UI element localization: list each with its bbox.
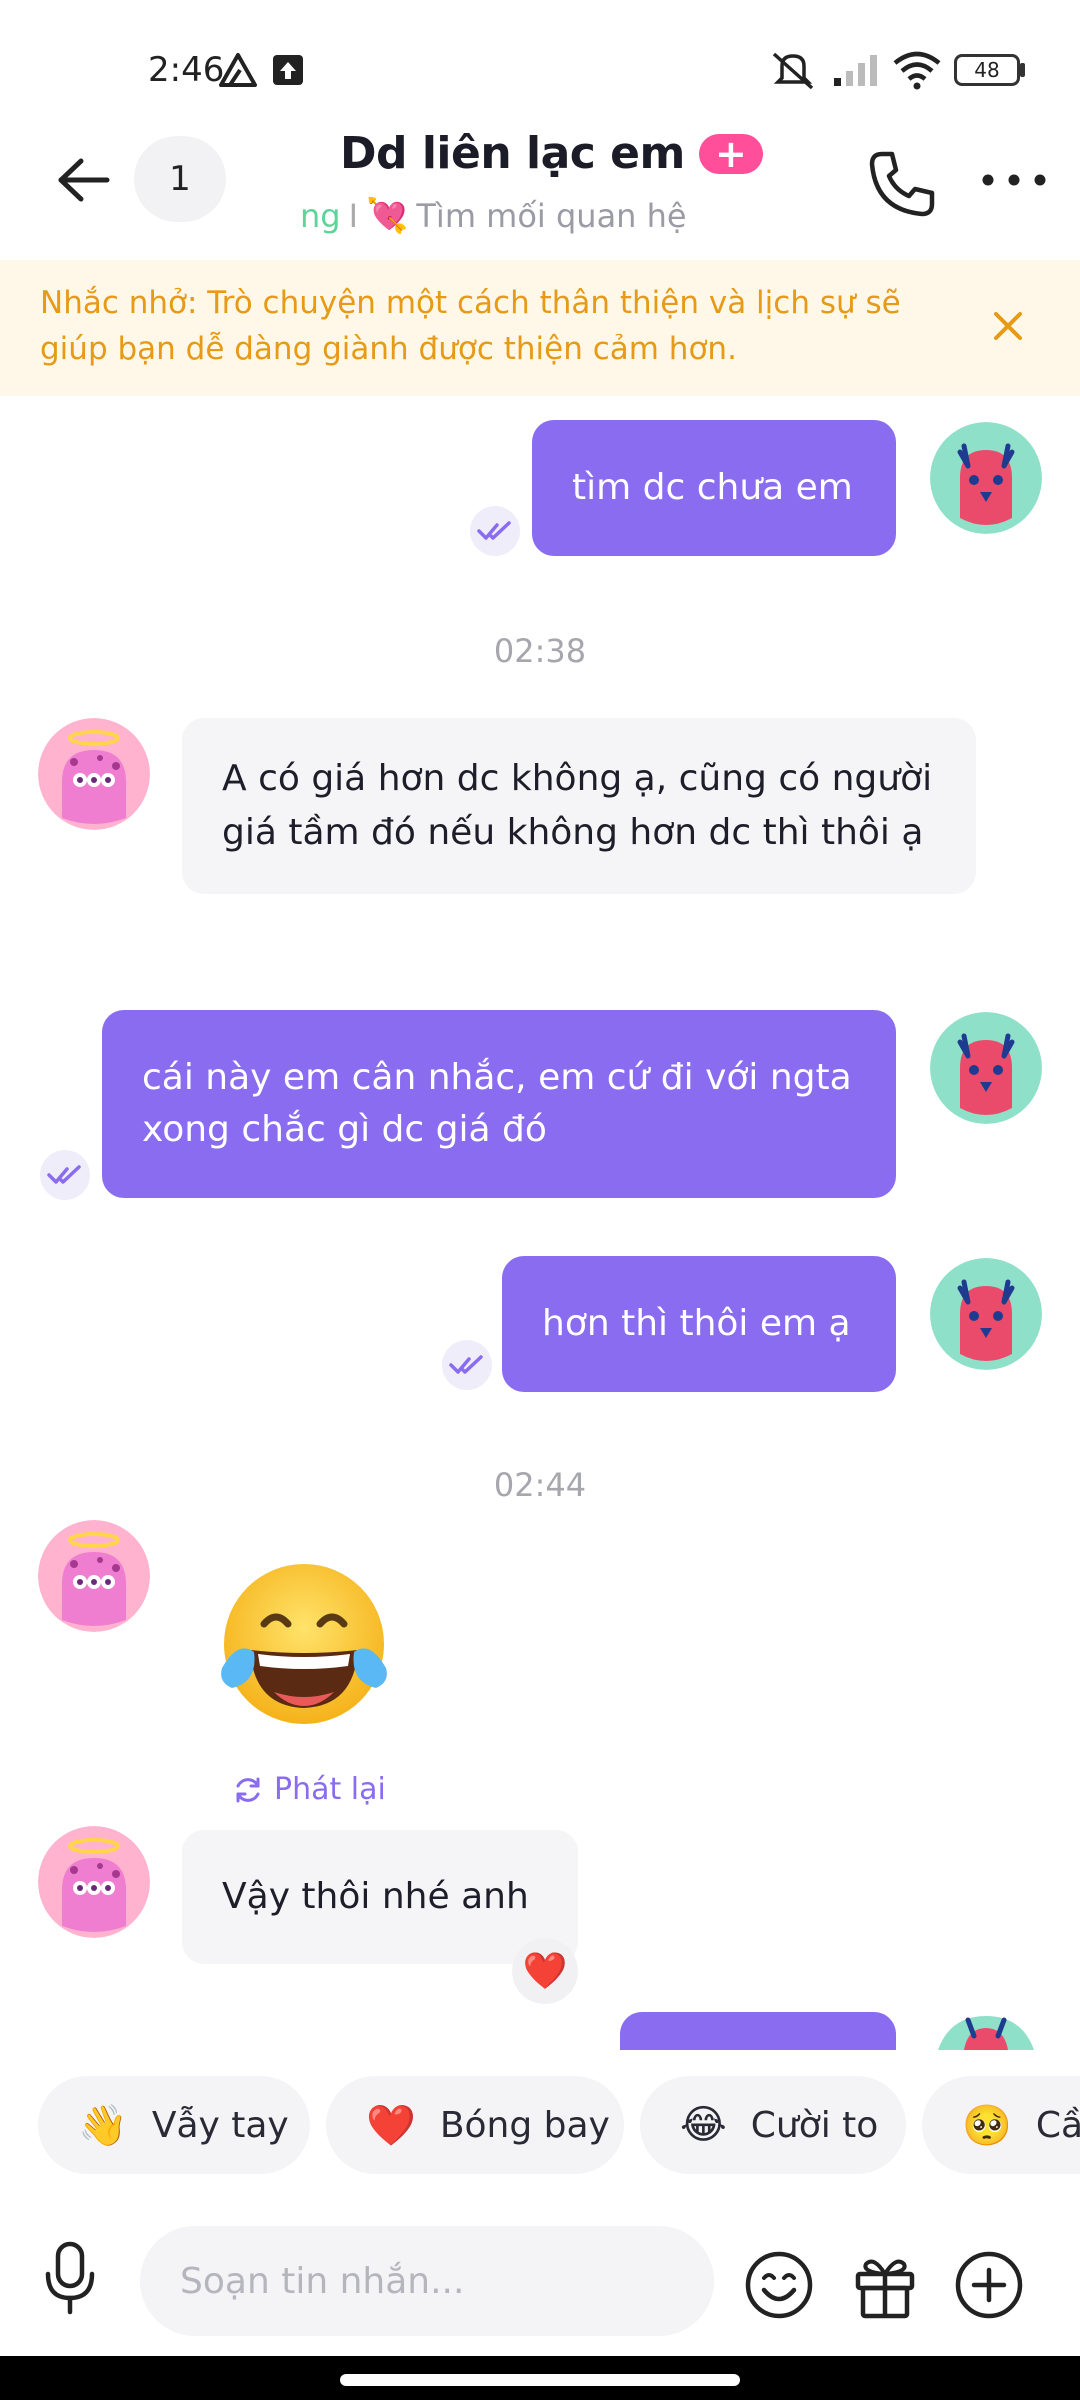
contact-avatar[interactable] xyxy=(38,1826,150,1938)
message-input[interactable]: Soạn tin nhắn... xyxy=(140,2226,714,2336)
reminder-banner: Nhắc nhở: Trò chuyện một cách thân thiện… xyxy=(0,260,1080,396)
subtitle-prefix: ng xyxy=(300,197,341,235)
tears-of-joy-icon xyxy=(221,1564,387,1724)
my-avatar[interactable] xyxy=(930,1012,1042,1124)
contact-subtitle: ng I 💘 Tìm mối quan hệ xyxy=(300,196,687,236)
outgoing-message[interactable]: tìm dc chưa em xyxy=(532,420,896,556)
timestamp: 02:38 xyxy=(493,632,587,670)
chat-title-group[interactable]: Dd liên lạc em + xyxy=(340,128,763,179)
chip-label: Bóng bay xyxy=(439,2104,610,2146)
my-avatar[interactable] xyxy=(930,422,1042,534)
more-options-icon[interactable] xyxy=(978,160,1050,200)
quick-reply-laugh[interactable]: 😂 Cười to xyxy=(640,2076,906,2174)
laughing-face-icon: 😂 xyxy=(680,2102,727,2148)
replay-button[interactable]: Phát lại xyxy=(232,1772,386,1807)
message-input-placeholder: Soạn tin nhắn... xyxy=(180,2260,465,2302)
tears-of-joy-emoji[interactable] xyxy=(214,1556,394,1736)
reminder-text: Nhắc nhở: Trò chuyện một cách thân thiện… xyxy=(40,285,901,367)
incoming-message[interactable]: A có giá hơn dc không ạ, cũng có người g… xyxy=(182,718,976,894)
outgoing-message[interactable]: cái này em cân nhắc, em cứ đi với ngta x… xyxy=(102,1010,896,1198)
my-avatar[interactable] xyxy=(930,2014,1042,2050)
my-avatar[interactable] xyxy=(930,1258,1042,1370)
phone-call-button[interactable] xyxy=(862,144,942,224)
outgoing-message-partial[interactable] xyxy=(620,2012,896,2050)
back-arrow-icon xyxy=(58,158,110,202)
chat-screen: 2:46 48 1 Dd liên lạc em + ng I 💘 Tìm mố… xyxy=(0,0,1080,2400)
wifi-icon xyxy=(893,51,941,90)
quick-reply-bar: 👋 Vẫy tay ❤️ Bóng bay 😂 Cười to 🥺 Cầu xyxy=(0,2076,1080,2176)
contact-avatar[interactable] xyxy=(38,1520,150,1632)
upload-icon xyxy=(273,55,303,85)
quick-reply-plead[interactable]: 🥺 Cầu xyxy=(922,2076,1080,2174)
chip-label: Cầu xyxy=(1035,2104,1080,2146)
unread-count-badge[interactable]: 1 xyxy=(134,136,226,222)
alert-triangle-icon xyxy=(219,53,257,87)
battery-tip xyxy=(1020,63,1025,77)
chip-label: Vẫy tay xyxy=(151,2104,289,2146)
read-receipt-icon xyxy=(442,1340,492,1390)
quick-reply-balloon[interactable]: ❤️ Bóng bay xyxy=(326,2076,624,2174)
incoming-message[interactable]: Vậy thôi nhé anh xyxy=(182,1830,578,1964)
message-text: tìm dc chưa em xyxy=(572,467,853,508)
battery-icon: 48 xyxy=(954,54,1020,86)
heart-icon: ❤️ xyxy=(366,2102,416,2149)
subtitle-text: Tìm mối quan hệ xyxy=(416,197,687,235)
heart-icon: ❤️ xyxy=(522,1951,568,1992)
contact-avatar[interactable] xyxy=(38,718,150,830)
heart-arrow-icon: 💘 xyxy=(366,196,409,236)
outgoing-message[interactable]: hơn thì thôi em ạ xyxy=(502,1256,896,1392)
heart-reaction[interactable]: ❤️ xyxy=(512,1938,578,2004)
battery-level: 48 xyxy=(974,58,1000,82)
add-friend-badge[interactable]: + xyxy=(698,133,763,174)
mute-icon xyxy=(772,52,814,90)
gift-button[interactable] xyxy=(850,2250,920,2320)
status-time: 2:46 xyxy=(148,50,225,90)
contact-name: Dd liên lạc em xyxy=(340,128,685,179)
chat-bottom-fade xyxy=(0,2050,1080,2076)
message-text: A có giá hơn dc không ạ, cũng có người g… xyxy=(222,758,933,853)
home-indicator[interactable] xyxy=(340,2374,740,2386)
pleading-face-icon: 🥺 xyxy=(962,2102,1012,2149)
close-reminder-icon[interactable] xyxy=(990,308,1026,344)
read-receipt-icon xyxy=(470,506,520,556)
back-button[interactable] xyxy=(48,140,118,220)
chip-label: Cười to xyxy=(750,2104,879,2146)
signal-icon xyxy=(834,55,877,86)
read-receipt-icon xyxy=(40,1150,90,1200)
emoji-picker-button[interactable] xyxy=(744,2250,814,2320)
replay-icon xyxy=(236,1777,260,1802)
add-attachment-button[interactable] xyxy=(954,2250,1024,2320)
replay-label: Phát lại xyxy=(274,1772,386,1807)
message-text: cái này em cân nhắc, em cứ đi với ngta x… xyxy=(142,1057,852,1150)
quick-reply-wave[interactable]: 👋 Vẫy tay xyxy=(38,2076,310,2174)
waving-hand-icon: 👋 xyxy=(78,2102,128,2149)
microphone-button[interactable] xyxy=(40,2238,100,2318)
timestamp: 02:44 xyxy=(493,1466,587,1504)
message-text: hơn thì thôi em ạ xyxy=(542,1303,851,1344)
message-text: Vậy thôi nhé anh xyxy=(222,1876,529,1917)
subtitle-separator: I xyxy=(348,197,359,235)
